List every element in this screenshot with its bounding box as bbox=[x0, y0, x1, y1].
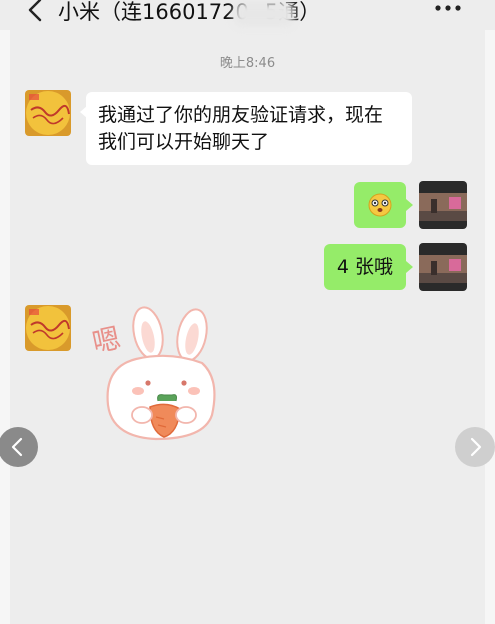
message-timestamp: 晚上8:46 bbox=[219, 56, 276, 71]
back-button[interactable] bbox=[22, 0, 50, 26]
my-avatar[interactable] bbox=[419, 181, 467, 229]
right-edge bbox=[485, 30, 495, 624]
avatar-image bbox=[25, 305, 71, 351]
more-button[interactable] bbox=[430, 0, 470, 28]
friend-avatar[interactable] bbox=[25, 90, 71, 136]
my-avatar[interactable] bbox=[419, 243, 467, 291]
bubble-tail bbox=[406, 199, 413, 211]
redaction-blur bbox=[234, 2, 294, 26]
chevron-left-icon bbox=[28, 0, 42, 22]
previous-button[interactable] bbox=[0, 427, 38, 467]
sticker-message[interactable]: 嗯 bbox=[86, 305, 221, 445]
bubble-tail bbox=[406, 261, 413, 273]
left-edge bbox=[0, 30, 10, 624]
dizzy-face-emoji-icon bbox=[368, 193, 392, 217]
message-text-line1: 我通过了你的朋友验证请求，现在 bbox=[98, 104, 384, 126]
chat-header: 小米（连166017205通） bbox=[0, 0, 495, 30]
more-dots-icon bbox=[435, 5, 461, 11]
avatar-image bbox=[419, 243, 467, 291]
message-text-line2: 我们可以开始聊天了 bbox=[98, 131, 270, 153]
message-bubble-outgoing[interactable]: 4 张哦 bbox=[324, 244, 406, 290]
avatar-image bbox=[419, 181, 467, 229]
chevron-right-icon bbox=[470, 437, 482, 457]
message-text: 4 张哦 bbox=[336, 256, 394, 278]
message-bubble-incoming[interactable]: 我通过了你的朋友验证请求，现在 我们可以开始聊天了 bbox=[86, 92, 412, 165]
chat-title-text: 小米（连16601720 bbox=[58, 0, 249, 24]
bunny-carrot-sticker-icon bbox=[106, 306, 216, 441]
friend-avatar[interactable] bbox=[25, 305, 71, 351]
avatar-image bbox=[25, 90, 71, 136]
message-bubble-outgoing-emoji[interactable] bbox=[354, 182, 406, 228]
chevron-left-icon bbox=[11, 437, 23, 457]
next-button[interactable] bbox=[455, 427, 495, 467]
